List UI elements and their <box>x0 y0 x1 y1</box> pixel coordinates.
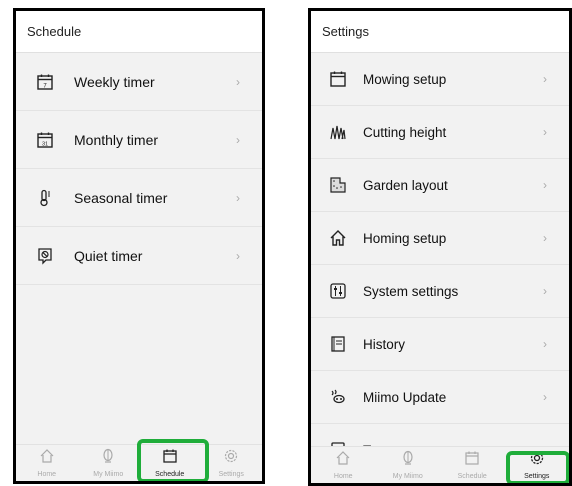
home-icon <box>335 450 351 471</box>
menu-label: Miimo Update <box>363 389 447 405</box>
nav-label: Home <box>37 471 57 478</box>
menu-item-mowing-setup[interactable]: Mowing setup › <box>311 53 569 106</box>
chevron-right-icon: › <box>543 284 547 298</box>
home-icon <box>327 227 349 249</box>
menu-label: Weekly timer <box>74 73 155 90</box>
chevron-right-icon: › <box>543 231 547 245</box>
chevron-right-icon: › <box>543 337 547 351</box>
page-title: Settings <box>322 24 369 39</box>
menu-label: System settings <box>363 283 459 299</box>
chevron-right-icon: › <box>543 390 547 404</box>
menu-item-weekly-timer[interactable]: 7 Weekly timer › <box>16 53 262 111</box>
svg-text:31: 31 <box>42 141 48 147</box>
nav-my-miimo[interactable]: My Miimo <box>376 447 441 483</box>
thermometer-icon <box>34 187 56 209</box>
chevron-right-icon: › <box>236 74 240 89</box>
page-title: Schedule <box>27 24 82 39</box>
menu-item-quiet-timer[interactable]: Quiet timer › <box>16 227 262 285</box>
menu-label: Homing setup <box>363 230 447 246</box>
menu-label: Cutting height <box>363 124 447 140</box>
nav-label: Home <box>333 473 353 480</box>
menu-label: Mowing setup <box>363 71 447 87</box>
active-tab-highlight <box>506 451 569 483</box>
nav-label: Settings <box>218 471 244 478</box>
mower-icon <box>400 450 416 471</box>
chevron-right-icon: › <box>543 125 547 139</box>
page-header: Settings <box>311 11 569 53</box>
menu-item-homing-setup[interactable]: Homing setup › <box>311 212 569 265</box>
monthly-calendar-icon: 31 <box>34 129 56 151</box>
menu-label: Garden layout <box>363 177 448 193</box>
chevron-right-icon: › <box>543 178 547 192</box>
menu-item-system-settings[interactable]: System settings › <box>311 265 569 318</box>
nav-settings[interactable]: Settings <box>201 445 263 481</box>
chevron-right-icon: › <box>543 72 547 86</box>
chevron-right-icon: › <box>236 190 240 205</box>
grass-icon <box>327 121 349 143</box>
menu-item-miimo-update[interactable]: Miimo Update › <box>311 371 569 424</box>
nav-label: Schedule <box>457 473 487 480</box>
page-header: Schedule <box>16 11 262 53</box>
update-icon <box>327 386 349 408</box>
menu-label: History <box>363 336 406 352</box>
schedule-screen: Schedule 7 Weekly timer › 31 Monthly tim… <box>13 8 265 484</box>
quiet-icon <box>34 245 56 267</box>
book-icon <box>327 333 349 355</box>
calendar-icon <box>464 450 480 471</box>
menu-item-cutting-height[interactable]: Cutting height › <box>311 106 569 159</box>
garden-map-icon <box>327 174 349 196</box>
nav-label: My Miimo <box>93 471 124 478</box>
chevron-right-icon: › <box>236 132 240 147</box>
sliders-icon <box>327 280 349 302</box>
nav-home[interactable]: Home <box>311 447 376 483</box>
mower-icon <box>100 448 116 469</box>
menu-item-garden-layout[interactable]: Garden layout › <box>311 159 569 212</box>
home-icon <box>39 448 55 469</box>
weekly-calendar-icon: 7 <box>34 71 56 93</box>
chevron-right-icon: › <box>236 248 240 263</box>
menu-item-seasonal-timer[interactable]: Seasonal timer › <box>16 169 262 227</box>
menu-item-monthly-timer[interactable]: 31 Monthly timer › <box>16 111 262 169</box>
nav-my-miimo[interactable]: My Miimo <box>78 445 140 481</box>
nav-home[interactable]: Home <box>16 445 78 481</box>
menu-label: Seasonal timer <box>74 189 168 206</box>
calendar-icon <box>327 68 349 90</box>
menu-item-history[interactable]: History › <box>311 318 569 371</box>
menu-label: Quiet timer <box>74 247 143 264</box>
nav-label: My Miimo <box>392 473 423 480</box>
gear-icon <box>223 448 239 469</box>
active-tab-highlight <box>137 439 209 481</box>
nav-schedule[interactable]: Schedule <box>440 447 505 483</box>
menu-label: Monthly timer <box>74 131 159 148</box>
settings-screen: Settings Mowing setup › Cutting height ›… <box>308 8 572 486</box>
